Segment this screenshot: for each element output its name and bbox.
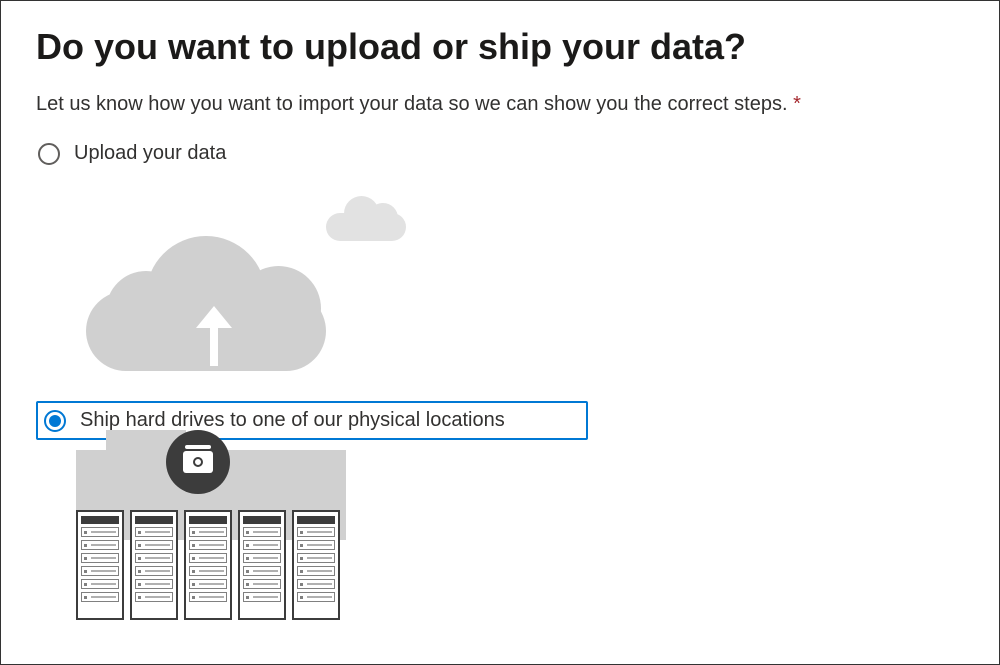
ship-illustration [76, 450, 964, 630]
radio-ship[interactable] [44, 410, 66, 432]
upload-illustration [76, 181, 964, 381]
server-racks [76, 510, 340, 620]
arrow-up-icon [196, 306, 232, 366]
option-upload-label[interactable]: Upload your data [74, 142, 226, 165]
instruction-label: Let us know how you want to import your … [36, 93, 788, 115]
radio-upload[interactable] [38, 143, 60, 165]
instruction-text: Let us know how you want to import your … [36, 93, 964, 116]
option-upload-row[interactable]: Upload your data [36, 136, 964, 171]
server-badge-icon [166, 430, 230, 494]
required-marker: * [793, 93, 801, 115]
option-ship-label[interactable]: Ship hard drives to one of our physical … [80, 409, 505, 432]
gear-icon [193, 457, 203, 467]
page-title: Do you want to upload or ship your data? [36, 26, 964, 68]
cloud-upload-icon [76, 181, 396, 381]
datacenter-icon [76, 450, 356, 630]
